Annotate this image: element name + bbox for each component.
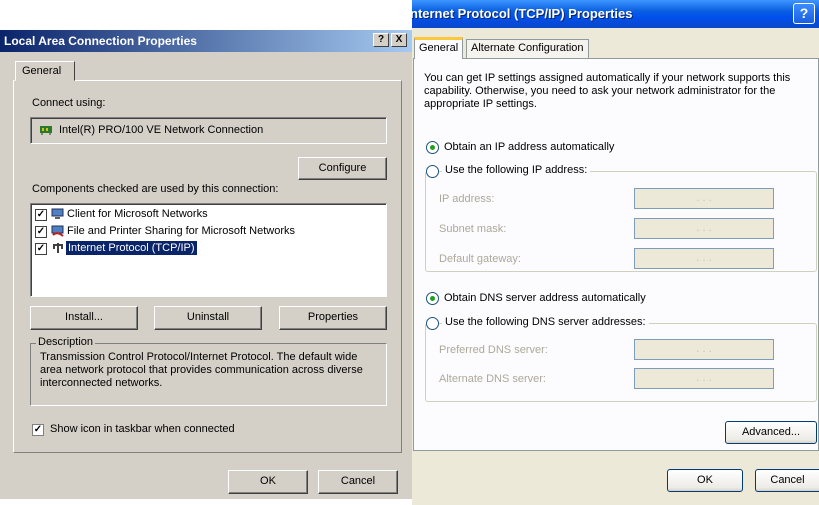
component-checkbox[interactable]: ✓ bbox=[35, 209, 47, 221]
alternate-dns-label: Alternate DNS server: bbox=[439, 373, 546, 385]
list-item[interactable]: ✓ File and Printer Sharing for Microsoft… bbox=[35, 224, 375, 240]
components-list[interactable]: ✓ Client for Microsoft Networks ✓ File a… bbox=[30, 203, 387, 297]
component-checkbox[interactable]: ✓ bbox=[35, 243, 47, 255]
file-printer-sharing-icon bbox=[51, 225, 64, 237]
left-tab-general-label: General bbox=[22, 65, 62, 77]
left-ok-button[interactable]: OK bbox=[228, 470, 308, 494]
preferred-dns-field[interactable]: . . . bbox=[634, 339, 774, 360]
right-cancel-button-label: Cancel bbox=[770, 474, 805, 486]
ip-address-label: IP address: bbox=[439, 193, 495, 205]
network-client-icon bbox=[51, 208, 64, 219]
protocol-icon bbox=[53, 243, 63, 253]
left-title-bar: Local Area Connection Properties bbox=[0, 30, 412, 52]
configure-button[interactable]: Configure bbox=[298, 157, 387, 180]
tab-general-label: General bbox=[419, 42, 459, 54]
right-title-bar: nternet Protocol (TCP/IP) Properties ? bbox=[410, 0, 819, 28]
advanced-button-label: Advanced... bbox=[741, 426, 801, 438]
right-help-button[interactable]: ? bbox=[793, 3, 815, 24]
component-label-selected: Internet Protocol (TCP/IP) bbox=[66, 241, 197, 255]
tab-alternate-label: Alternate Configuration bbox=[471, 42, 584, 54]
network-adapter-icon bbox=[40, 126, 52, 135]
left-window-title: Local Area Connection Properties bbox=[4, 34, 197, 48]
description-label: Description bbox=[36, 336, 96, 348]
component-label: File and Printer Sharing for Microsoft N… bbox=[67, 225, 296, 237]
left-cancel-button-label: Cancel bbox=[340, 475, 376, 487]
show-icon-label: Show icon in taskbar when connected bbox=[50, 423, 235, 435]
uninstall-button-label: Uninstall bbox=[186, 311, 230, 323]
left-tab-general[interactable]: General bbox=[15, 61, 75, 81]
advanced-button[interactable]: Advanced... bbox=[725, 421, 817, 444]
dns-server-group bbox=[425, 323, 817, 402]
properties-button[interactable]: Properties bbox=[279, 306, 387, 330]
list-item[interactable]: ✓ Client for Microsoft Networks bbox=[35, 207, 375, 223]
install-button-label: Install... bbox=[65, 311, 103, 323]
obtain-dns-auto-radio[interactable] bbox=[426, 292, 439, 305]
uninstall-button[interactable]: Uninstall bbox=[154, 306, 262, 330]
use-following-ip-label: Use the following IP address: bbox=[442, 164, 591, 176]
adapter-field: Intel(R) PRO/100 VE Network Connection bbox=[30, 117, 387, 144]
obtain-dns-auto-label: Obtain DNS server address automatically bbox=[444, 292, 646, 304]
left-ok-button-label: OK bbox=[260, 475, 276, 487]
configure-button-label: Configure bbox=[318, 162, 367, 174]
preferred-dns-label: Preferred DNS server: bbox=[439, 344, 548, 356]
description-text: Transmission Control Protocol/Internet P… bbox=[40, 351, 363, 389]
obtain-ip-auto-radio[interactable] bbox=[426, 141, 439, 154]
connect-using-label: Connect using: bbox=[32, 97, 106, 109]
right-cancel-button[interactable]: Cancel bbox=[755, 469, 819, 492]
alternate-dns-field[interactable]: . . . bbox=[634, 368, 774, 389]
ip-address-field[interactable]: . . . bbox=[634, 188, 774, 209]
install-button[interactable]: Install... bbox=[30, 306, 138, 330]
component-checkbox[interactable]: ✓ bbox=[35, 226, 47, 238]
left-cancel-button[interactable]: Cancel bbox=[318, 470, 398, 494]
default-gateway-label: Default gateway: bbox=[439, 253, 521, 265]
intro-text: You can get IP settings assigned automat… bbox=[424, 72, 791, 110]
right-ok-button[interactable]: OK bbox=[667, 469, 743, 492]
tab-alternate-configuration[interactable]: Alternate Configuration bbox=[466, 39, 589, 58]
left-close-button[interactable]: X bbox=[391, 33, 407, 47]
obtain-ip-auto-label: Obtain an IP address automatically bbox=[444, 141, 615, 153]
left-help-button[interactable]: ? bbox=[373, 33, 389, 47]
subnet-mask-label: Subnet mask: bbox=[439, 223, 507, 235]
tab-general[interactable]: General bbox=[414, 37, 464, 59]
subnet-mask-field[interactable]: . . . bbox=[634, 218, 774, 239]
right-window-title: nternet Protocol (TCP/IP) Properties bbox=[410, 6, 633, 21]
components-label: Components checked are used by this conn… bbox=[32, 183, 279, 195]
local-area-connection-dialog: Local Area Connection Properties ? X Gen… bbox=[0, 30, 412, 499]
adapter-name: Intel(R) PRO/100 VE Network Connection bbox=[59, 124, 264, 136]
list-item[interactable]: ✓ Internet Protocol (TCP/IP) bbox=[35, 241, 375, 257]
use-following-dns-radio[interactable] bbox=[426, 317, 439, 330]
use-following-ip-radio[interactable] bbox=[426, 165, 439, 178]
default-gateway-field[interactable]: . . . bbox=[634, 248, 774, 269]
show-icon-checkbox[interactable]: ✓ bbox=[32, 424, 44, 436]
use-following-dns-label: Use the following DNS server addresses: bbox=[442, 316, 649, 328]
right-ok-button-label: OK bbox=[697, 474, 713, 486]
component-label: Client for Microsoft Networks bbox=[67, 208, 208, 220]
tcpip-properties-dialog: nternet Protocol (TCP/IP) Properties ? G… bbox=[410, 0, 819, 505]
properties-button-label: Properties bbox=[307, 311, 359, 323]
